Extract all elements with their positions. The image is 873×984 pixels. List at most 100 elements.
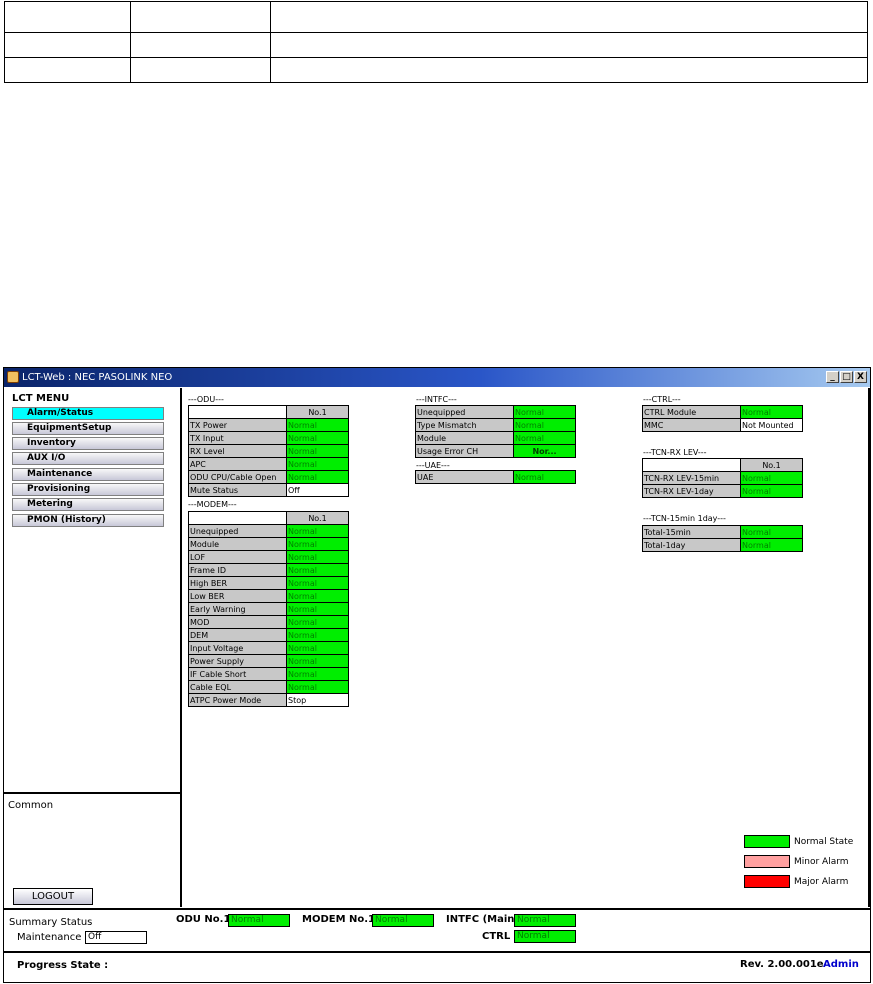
logout-button[interactable]: LOGOUT (13, 888, 93, 905)
modem-row-label: Input Voltage (188, 641, 287, 655)
menu-equipment-setup[interactable]: EquipmentSetup (12, 422, 164, 435)
modem-summary-value: Normal (372, 914, 434, 927)
modem-row-label: Low BER (188, 589, 287, 603)
window-title: LCT-Web : NEC PASOLINK NEO (22, 372, 173, 383)
odu-row-value: Normal (286, 431, 349, 445)
uae-row-label: UAE (415, 470, 514, 484)
ctrl-table: CTRL Module Normal MMC Not Mounted (642, 405, 803, 432)
legend-normal-label: Normal State (794, 837, 854, 847)
intfc-row-value: Nor... (513, 444, 576, 458)
tcn-rx-table: No.1 TCN-RX LEV-15min Normal TCN-RX LEV-1… (642, 458, 803, 498)
uae-table: UAE Normal (415, 470, 576, 484)
odu-row-label: TX Input (188, 431, 287, 445)
odu-row-value: Normal (286, 418, 349, 432)
menu-aux-io[interactable]: AUX I/O (12, 452, 164, 465)
menu-alarm-status[interactable]: Alarm/Status (12, 407, 164, 420)
intfc-heading: ---INTFC--- (416, 395, 457, 404)
odu-row-value: Normal (286, 444, 349, 458)
legend-major-label: Major Alarm (794, 877, 849, 887)
modem-row-value: Normal (286, 615, 349, 629)
odu-row-value: Off (286, 483, 349, 497)
legend-minor-swatch (744, 855, 790, 868)
intfc-summary-value: Normal (514, 914, 576, 927)
intfc-row-label: Unequipped (415, 405, 514, 419)
modem-summary-label: MODEM No.1 (302, 914, 376, 925)
ctrl-heading: ---CTRL--- (643, 395, 681, 404)
intfc-row-value: Normal (513, 405, 576, 419)
minimize-button[interactable]: _ (826, 371, 839, 383)
odu-row-label: Mute Status (188, 483, 287, 497)
lct-window: LCT-Web : NEC PASOLINK NEO _ □ X LCT MEN… (3, 367, 871, 983)
maintenance-value: Off (85, 931, 147, 944)
user-name-link[interactable]: Admin (823, 959, 859, 970)
ctrl-summary-label: CTRL (482, 931, 511, 942)
tcn-total-row-value: Normal (740, 525, 803, 539)
maintenance-label: Maintenance (17, 932, 82, 943)
intfc-row-label: Type Mismatch (415, 418, 514, 432)
modem-row-value: Normal (286, 680, 349, 694)
ctrl-row-value: Normal (740, 405, 803, 419)
progress-divider (4, 951, 870, 953)
menu-pmon-history[interactable]: PMON (History) (12, 514, 164, 527)
modem-row-value: Normal (286, 589, 349, 603)
ctrl-row-label: CTRL Module (642, 405, 741, 419)
legend-minor-label: Minor Alarm (794, 857, 849, 867)
modem-row-label: ATPC Power Mode (188, 693, 287, 707)
modem-row-value: Normal (286, 524, 349, 538)
modem-row-label: DEM (188, 628, 287, 642)
odu-row-value: Normal (286, 470, 349, 484)
summary-title: Summary Status (9, 917, 93, 928)
close-button[interactable]: X (854, 371, 867, 383)
tcn-total-row-value: Normal (740, 538, 803, 552)
modem-row-value: Normal (286, 654, 349, 668)
odu-row-label: RX Level (188, 444, 287, 458)
modem-row-value: Normal (286, 550, 349, 564)
tcn-total-row-label: Total-15min (642, 525, 741, 539)
modem-row-label: Module (188, 537, 287, 551)
modem-column-header: No.1 (286, 511, 349, 525)
modem-row-value: Stop (286, 693, 349, 707)
odu-row-label: APC (188, 457, 287, 471)
menu-maintenance[interactable]: Maintenance (12, 468, 164, 481)
odu-row-label: TX Power (188, 418, 287, 432)
modem-heading: ---MODEM--- (188, 500, 237, 509)
odu-row-label: ODU CPU/Cable Open (188, 470, 287, 484)
title-bar[interactable]: LCT-Web : NEC PASOLINK NEO _ □ X (4, 368, 870, 387)
tcn-rx-row-value: Normal (740, 484, 803, 498)
intfc-row-label: Usage Error CH (415, 444, 514, 458)
common-label: Common (8, 800, 54, 811)
tcn-rx-row-value: Normal (740, 471, 803, 485)
modem-row-value: Normal (286, 602, 349, 616)
modem-row-label: Frame ID (188, 563, 287, 577)
maximize-button[interactable]: □ (840, 371, 853, 383)
menu-inventory[interactable]: Inventory (12, 437, 164, 450)
modem-row-label: IF Cable Short (188, 667, 287, 681)
odu-heading: ---ODU--- (188, 395, 224, 404)
modem-row-label: Cable EQL (188, 680, 287, 694)
alarm-status-content: ---ODU--- No.1 TX Power Normal TX Input No… (184, 388, 870, 907)
modem-row-label: Early Warning (188, 602, 287, 616)
legend-normal-swatch (744, 835, 790, 848)
legend-major-swatch (744, 875, 790, 888)
odu-summary-label: ODU No.1 (176, 914, 231, 925)
modem-row-value: Normal (286, 537, 349, 551)
modem-row-value: Normal (286, 667, 349, 681)
ctrl-row-value: Not Mounted (740, 418, 803, 432)
uae-row-value: Normal (513, 470, 576, 484)
tcn-rx-row-label: TCN-RX LEV-15min (642, 471, 741, 485)
tcn-total-row-label: Total-1day (642, 538, 741, 552)
modem-row-label: LOF (188, 550, 287, 564)
modem-row-label: Unequipped (188, 524, 287, 538)
menu-metering[interactable]: Metering (12, 498, 164, 511)
odu-table: No.1 TX Power Normal TX Input Normal RX Le… (188, 405, 349, 497)
revision-label: Rev. 2.00.001e (740, 959, 824, 970)
intfc-table: Unequipped Normal Type Mismatch Normal Mod… (415, 405, 576, 458)
tcn-rx-column-header: No.1 (740, 458, 803, 472)
document-table (4, 1, 868, 83)
tcn-total-table: Total-15min Normal Total-1day Normal (642, 525, 803, 552)
modem-row-label: Power Supply (188, 654, 287, 668)
modem-row-value: Normal (286, 641, 349, 655)
tcn-total-heading: ---TCN-15min 1day--- (643, 514, 726, 523)
menu-provisioning[interactable]: Provisioning (12, 483, 164, 496)
ctrl-summary-value: Normal (514, 930, 576, 943)
